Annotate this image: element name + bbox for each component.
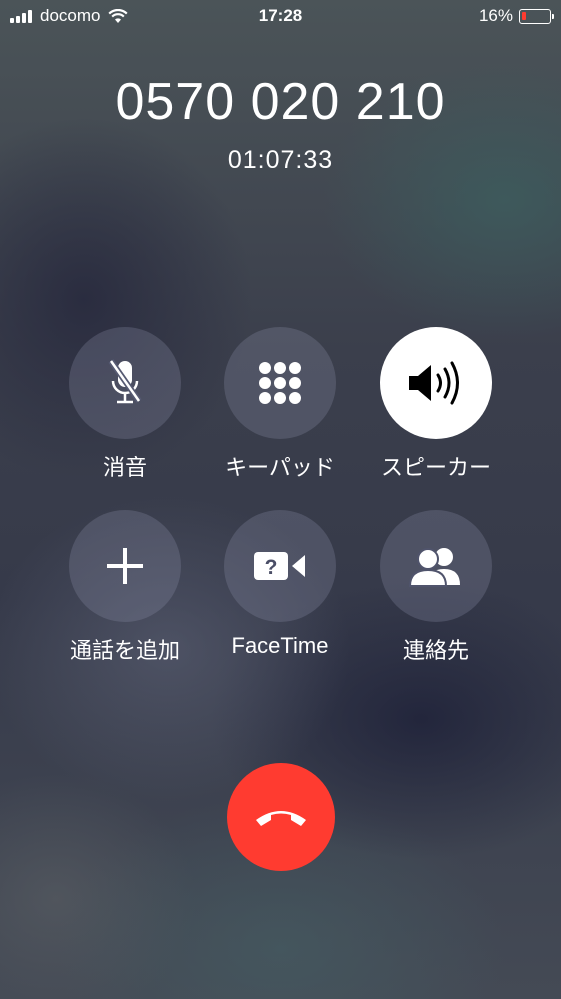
speaker-icon bbox=[409, 361, 459, 405]
call-duration: 01:07:33 bbox=[227, 146, 334, 174]
caller-phone-number: 0570 020 210 bbox=[115, 73, 446, 131]
hang-up-icon bbox=[256, 811, 306, 826]
speaker-label: スピーカー bbox=[380, 455, 491, 480]
battery-percentage: 16% bbox=[478, 6, 513, 25]
mic-muted-icon bbox=[108, 359, 142, 404]
keypad-icon bbox=[259, 362, 301, 404]
add-call-button[interactable] bbox=[69, 510, 181, 622]
facetime-icon: ? bbox=[254, 552, 305, 580]
contacts-button[interactable] bbox=[380, 510, 492, 622]
svg-text:?: ? bbox=[265, 556, 278, 579]
end-call-button[interactable] bbox=[227, 763, 335, 871]
keypad-label: キーパッド bbox=[225, 455, 335, 480]
status-bar: docomo 17:28 16% bbox=[0, 0, 561, 32]
contacts-icon bbox=[408, 548, 460, 587]
status-time: 17:28 bbox=[258, 6, 303, 25]
facetime-label: FaceTime bbox=[231, 633, 329, 658]
mute-label: 消音 bbox=[102, 455, 147, 480]
keypad-button[interactable] bbox=[224, 327, 336, 439]
battery-level bbox=[522, 11, 526, 20]
add-call-label: 通話を追加 bbox=[69, 638, 180, 663]
speaker-button[interactable] bbox=[380, 327, 492, 439]
battery-icon bbox=[519, 8, 554, 24]
contacts-label: 連絡先 bbox=[402, 638, 469, 663]
mute-button[interactable] bbox=[69, 327, 181, 439]
facetime-button[interactable]: ? bbox=[224, 510, 336, 622]
status-right: 16% bbox=[478, 6, 554, 26]
plus-icon bbox=[107, 548, 143, 584]
